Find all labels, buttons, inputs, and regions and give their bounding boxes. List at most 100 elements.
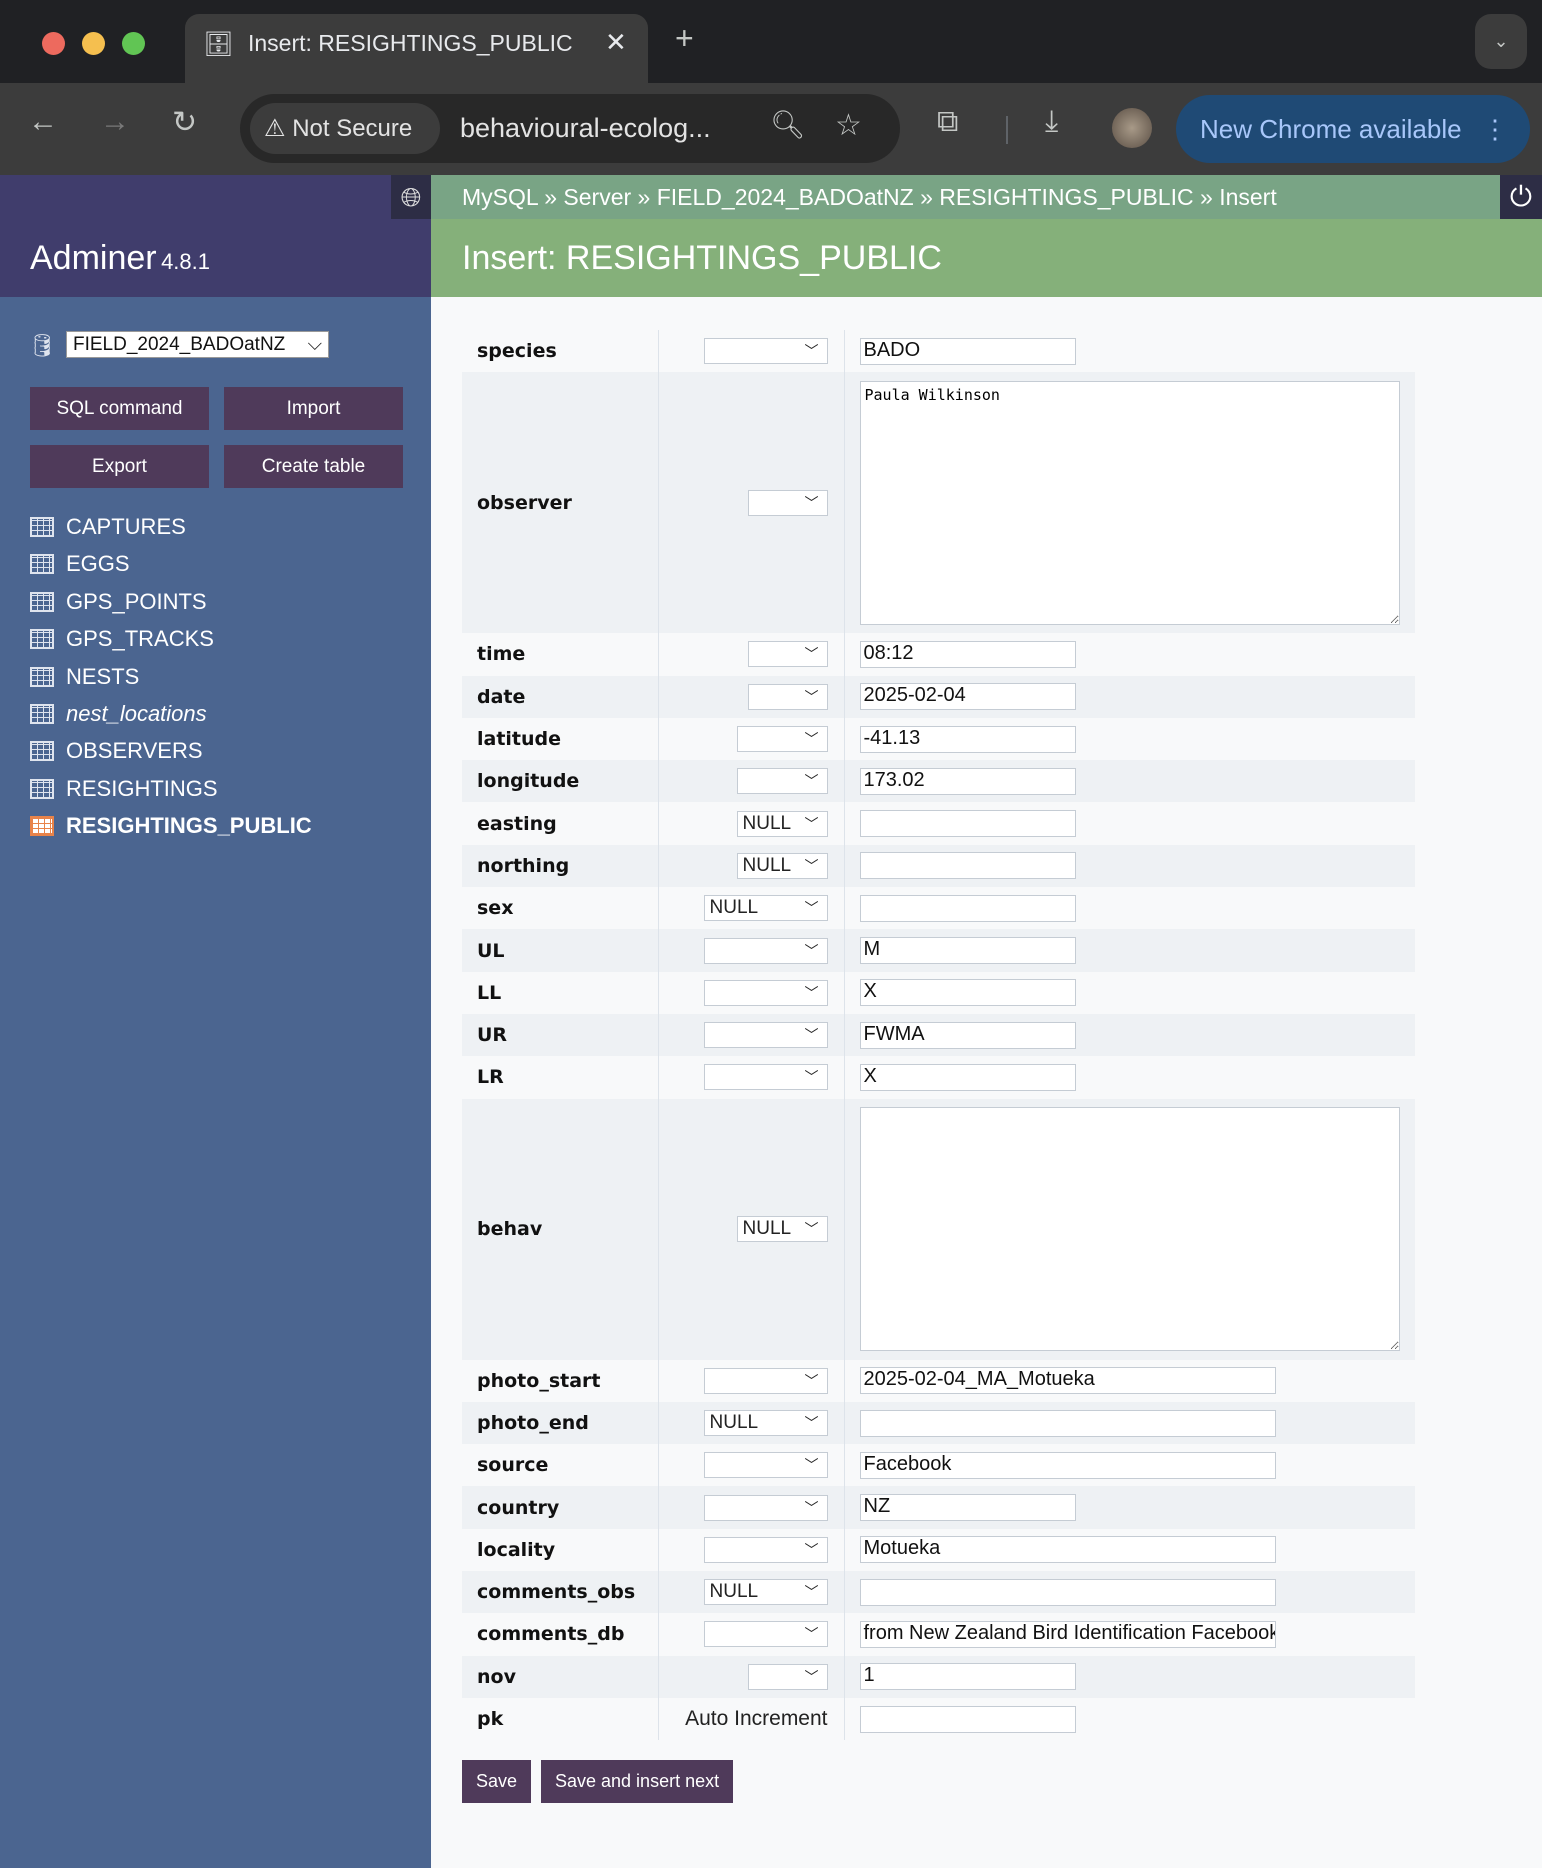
close-window-button[interactable] [42,32,65,55]
pk-input[interactable] [859,1705,1076,1733]
table-name[interactable]: NESTS [66,662,139,692]
zoom-icon[interactable]: 🔍︎ [770,108,806,141]
latitude-input[interactable]: -41.13 [859,725,1076,753]
function-select[interactable]: ﹀ [747,1663,828,1690]
photo_start-input[interactable]: 2025-02-04_MA_Motueka [859,1367,1276,1395]
table-icon[interactable] [30,554,54,575]
function-select[interactable]: ﹀ [703,1536,828,1563]
function-select[interactable]: ﹀ [703,1452,828,1479]
table-name[interactable]: nest_locations [66,699,207,729]
more-menu-icon[interactable]: ⋮ [1482,95,1508,163]
comments_obs-input[interactable] [859,1578,1276,1606]
sql-command-button[interactable]: SQL command [30,387,209,430]
sex-input[interactable] [859,894,1076,922]
behav-input[interactable] [859,1107,1400,1352]
app-title[interactable]: Adminer 4.8.1 [30,239,210,278]
longitude-input[interactable]: 173.02 [859,767,1076,795]
function-select[interactable]: NULL ﹀ [736,852,828,879]
function-select[interactable]: NULL ﹀ [736,810,828,837]
browser-tab[interactable]: 🗄 Insert: RESIGHTINGS_PUBLIC ✕ [185,14,648,83]
table-name[interactable]: EGGS [66,549,130,579]
table-icon[interactable] [30,629,54,650]
download-icon[interactable]: ⤓ [1045,105,1058,139]
table-icon[interactable] [30,778,54,799]
function-select[interactable]: NULL ﹀ [703,1410,828,1436]
language-globe-icon[interactable]: 🌐︎ [391,175,431,219]
address-bar[interactable]: ⚠ Not Secure behavioural-ecolog... 🔍︎ ☆ [240,94,900,163]
function-select[interactable]: ﹀ [703,1064,828,1091]
new-tab-icon[interactable]: + [675,20,694,57]
function-select[interactable]: ﹀ [703,937,828,964]
function-select[interactable]: ﹀ [703,979,828,1006]
date-input[interactable]: 2025-02-04 [859,683,1076,711]
table-icon[interactable] [30,704,54,724]
easting-input[interactable] [859,810,1076,838]
nov-input[interactable]: 1 [859,1663,1076,1691]
function-select[interactable]: NULL ﹀ [703,895,828,922]
security-indicator[interactable]: ⚠ Not Secure [250,103,440,154]
table-icon[interactable] [30,741,54,762]
breadcrumb-item[interactable]: MySQL [462,184,538,210]
database-select[interactable]: FIELD_2024_BADOatNZ ⌵ [66,331,329,358]
function-select[interactable]: ﹀ [703,1621,828,1648]
table-name[interactable]: GPS_TRACKS [66,624,214,654]
table-name[interactable]: RESIGHTINGS [66,774,218,804]
function-select[interactable]: ﹀ [747,641,828,668]
logout-power-icon[interactable]: ⏻ [1500,175,1542,219]
table-name[interactable]: RESIGHTINGS_PUBLIC [66,811,312,841]
time-input[interactable]: 08:12 [859,640,1076,668]
app-name[interactable]: Adminer [30,239,157,277]
function-select[interactable]: ﹀ [747,489,828,516]
LR-input[interactable]: X [859,1063,1076,1091]
locality-input[interactable]: Motueka [859,1536,1276,1564]
country-input[interactable]: NZ [859,1494,1076,1522]
sidebar-table-nest_locations[interactable]: nest_locations [30,699,207,729]
northing-input[interactable] [859,852,1076,880]
table-name[interactable]: OBSERVERS [66,736,203,766]
comments_db-input[interactable]: from New Zealand Bird Identification Fac… [859,1620,1276,1648]
species-input[interactable]: BADO [859,337,1076,365]
sidebar-table-gps_points[interactable]: GPS_POINTS [30,587,207,617]
source-input[interactable]: Facebook [859,1451,1276,1479]
function-select[interactable]: ﹀ [703,1367,828,1394]
sidebar-table-resightings[interactable]: RESIGHTINGS [30,774,218,804]
maximize-window-button[interactable] [122,32,145,55]
new-chrome-available-button[interactable]: New Chrome available ⋮ [1176,95,1530,163]
table-name[interactable]: GPS_POINTS [66,587,207,617]
back-icon[interactable]: ← [28,105,58,139]
observer-input[interactable]: Paula Wilkinson [859,380,1400,625]
sidebar-table-captures[interactable]: CAPTURES [30,512,186,542]
table-name[interactable]: CAPTURES [66,512,186,542]
sidebar-table-nests[interactable]: NESTS [30,662,139,692]
breadcrumb-item[interactable]: Server [563,184,631,210]
sidebar-table-resightings_public[interactable]: RESIGHTINGS_PUBLIC [30,811,312,841]
photo_end-input[interactable] [859,1409,1276,1437]
sidebar-table-gps_tracks[interactable]: GPS_TRACKS [30,624,214,654]
function-select[interactable]: NULL ﹀ [736,1216,828,1243]
breadcrumb-item[interactable]: FIELD_2024_BADOatNZ [657,184,914,210]
forward-icon[interactable]: → [100,105,130,139]
table-icon[interactable] [30,816,54,837]
table-icon[interactable] [30,666,54,687]
breadcrumb-item[interactable]: RESIGHTINGS_PUBLIC [939,184,1193,210]
sidebar-table-observers[interactable]: OBSERVERS [30,736,203,766]
tab-search-button[interactable]: ⌄ [1475,14,1527,69]
reload-icon[interactable]: ↻ [172,105,197,140]
sidebar-table-eggs[interactable]: EGGS [30,549,130,579]
function-select[interactable]: ﹀ [747,683,828,710]
extensions-icon[interactable]: ⧉ [937,105,958,139]
UL-input[interactable]: M [859,937,1076,965]
export-button[interactable]: Export [30,445,209,488]
save-and-insert-next-button[interactable]: Save and insert next [541,1760,734,1803]
bookmark-star-icon[interactable]: ☆ [835,108,862,143]
url-text[interactable]: behavioural-ecolog... [460,94,711,163]
LL-input[interactable]: X [859,979,1076,1007]
create-table-button[interactable]: Create table [224,445,403,488]
function-select[interactable]: NULL ﹀ [703,1579,828,1606]
close-tab-icon[interactable]: ✕ [605,27,627,58]
profile-avatar[interactable] [1112,108,1152,148]
save-button[interactable]: Save [462,1760,532,1803]
table-icon[interactable] [30,517,54,537]
function-select[interactable]: ﹀ [736,768,828,795]
UR-input[interactable]: FWMA [859,1021,1076,1049]
